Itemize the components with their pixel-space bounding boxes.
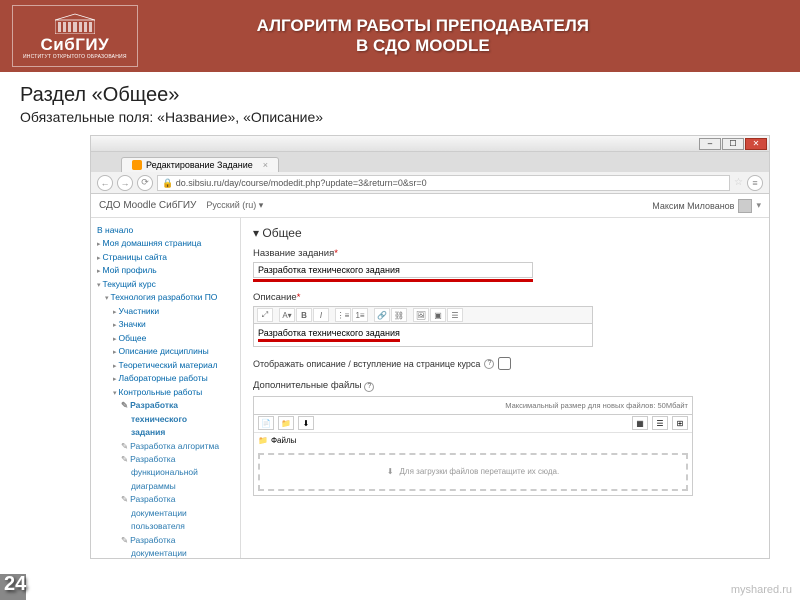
browser-screenshot: – ☐ ✕ Редактирование Задание × ← → ⟳ 🔒 d… [90, 135, 770, 559]
nav-myhome[interactable]: ▸Моя домашняя страница [95, 237, 236, 250]
university-logo: СибГИУ ИНСТИТУТ ОТКРЫТОГО ОБРАЗОВАНИЯ [12, 5, 138, 67]
nav-syllabus[interactable]: ▸Описание дисциплины [95, 345, 236, 358]
browser-tab[interactable]: Редактирование Задание × [121, 157, 279, 172]
editor-expand-icon[interactable]: ⤢ [257, 308, 273, 322]
lock-icon: 🔒 [162, 178, 173, 188]
editor-media-icon[interactable]: ▣ [430, 308, 446, 322]
download-icon[interactable]: ⬇ [298, 416, 314, 430]
view-icons-icon[interactable]: ▦ [632, 416, 648, 430]
navigation-sidebar: В начало ▸Моя домашняя страница ▸Страниц… [91, 218, 241, 558]
maximize-button[interactable]: ☐ [722, 138, 744, 150]
nav-badges[interactable]: ▸Значки [95, 318, 236, 331]
editor-ol-icon[interactable]: 1≡ [352, 308, 368, 322]
help-icon[interactable]: ? [484, 359, 494, 369]
slide-number: 24 [4, 573, 26, 596]
editor-italic-icon[interactable]: I [313, 308, 329, 322]
file-picker-toolbar: 📄 📁 ⬇ ▦ ☰ ⊞ [254, 415, 692, 433]
minimize-button[interactable]: – [699, 138, 721, 150]
max-size-label: Максимальный размер для новых файлов: 50… [254, 397, 692, 415]
editor-paragraph-icon[interactable]: A▾ [279, 308, 295, 322]
chevron-down-icon: ▾ [756, 200, 761, 211]
editor-image-icon[interactable]: 🖼 [413, 308, 429, 322]
download-arrow-icon: ⬇ [387, 467, 394, 476]
language-selector[interactable]: Русский (ru) ▾ [206, 200, 263, 211]
extra-files-label: Дополнительные файлы ? [253, 380, 757, 392]
nav-home[interactable]: В начало [95, 224, 236, 237]
site-title[interactable]: СДО Moodle СибГИУ [99, 200, 196, 211]
logo-subtitle: ИНСТИТУТ ОТКРЫТОГО ОБРАЗОВАНИЯ [23, 55, 127, 61]
close-button[interactable]: ✕ [745, 138, 767, 150]
browser-toolbar: ← → ⟳ 🔒 do.sibsiu.ru/day/course/modedit.… [91, 172, 769, 194]
files-breadcrumb[interactable]: 📁Файлы [254, 433, 692, 449]
back-button[interactable]: ← [97, 175, 113, 191]
editor-unlink-icon[interactable]: ⛓ [391, 308, 407, 322]
tab-close-icon[interactable]: × [263, 160, 268, 170]
slide-header: СибГИУ ИНСТИТУТ ОТКРЫТОГО ОБРАЗОВАНИЯ АЛ… [0, 0, 800, 72]
nav-participants[interactable]: ▸Участники [95, 305, 236, 318]
folder-icon: 📁 [258, 436, 268, 445]
file-drop-zone[interactable]: ⬇ Для загрузки файлов перетащите их сюда… [258, 453, 688, 491]
nav-sitepages[interactable]: ▸Страницы сайта [95, 251, 236, 264]
editor-toolbar: ⤢ A▾ B I ⋮≡ 1≡ 🔗 ⛓ 🖼 ▣ ☰ [253, 306, 593, 324]
nav-current-course[interactable]: ▾Текущий курс [95, 278, 236, 291]
nav-theory[interactable]: ▸Теоретический материал [95, 359, 236, 372]
editor-manage-icon[interactable]: ☰ [447, 308, 463, 322]
nav-task-func[interactable]: ✎Разработка [95, 453, 236, 466]
form-section-general[interactable]: ▾ Общее [253, 226, 757, 240]
browser-tabs: Редактирование Задание × [91, 152, 769, 172]
editor-link-icon[interactable]: 🔗 [374, 308, 390, 322]
moodle-favicon-icon [132, 160, 142, 170]
logo-text: СибГИУ [23, 36, 127, 55]
view-tree-icon[interactable]: ⊞ [672, 416, 688, 430]
watermark: myshared.ru [731, 584, 792, 596]
view-list-icon[interactable]: ☰ [652, 416, 668, 430]
assignment-form: ▾ Общее Название задания* Описание* ⤢ A▾… [241, 218, 769, 558]
nav-task-devdoc[interactable]: ✎Разработка [95, 534, 236, 547]
nav-tests[interactable]: ▾Контрольные работы [95, 386, 236, 399]
description-editor[interactable]: Разработка технического задания [253, 324, 593, 347]
section-subheading: Обязательные поля: «Название», «Описание… [0, 109, 800, 135]
help-icon[interactable]: ? [364, 382, 374, 392]
file-picker: Максимальный размер для новых файлов: 50… [253, 396, 693, 496]
reload-button[interactable]: ⟳ [137, 175, 153, 191]
nav-general[interactable]: ▸Общее [95, 332, 236, 345]
building-icon [55, 12, 95, 34]
user-menu[interactable]: Максим Милованов ▾ [652, 199, 761, 213]
slide-title: АЛГОРИТМ РАБОТЫ ПРЕПОДАВАТЕЛЯ В СДО MOOD… [138, 16, 788, 56]
menu-button[interactable]: ≡ [747, 175, 763, 191]
address-bar[interactable]: 🔒 do.sibsiu.ru/day/course/modedit.php?up… [157, 175, 730, 191]
avatar-icon [738, 199, 752, 213]
add-file-icon[interactable]: 📄 [258, 416, 274, 430]
moodle-header: СДО Moodle СибГИУ Русский (ru) ▾ Максим … [91, 194, 769, 218]
forward-button[interactable]: → [117, 175, 133, 191]
section-heading: Раздел «Общее» [0, 72, 800, 109]
nav-task-algo[interactable]: ✎Разработка алгоритма [95, 440, 236, 453]
description-label: Описание* [253, 292, 757, 303]
nav-course-name[interactable]: ▾Технология разработки ПО [95, 291, 236, 304]
nav-task-userdoc[interactable]: ✎Разработка [95, 493, 236, 506]
editor-ul-icon[interactable]: ⋮≡ [335, 308, 351, 322]
bookmark-icon[interactable]: ☆ [734, 177, 743, 188]
show-description-row: Отображать описание / вступление на стра… [253, 357, 757, 370]
show-description-checkbox[interactable] [498, 357, 511, 370]
window-titlebar: – ☐ ✕ [91, 136, 769, 152]
add-folder-icon[interactable]: 📁 [278, 416, 294, 430]
assignment-name-input[interactable] [253, 262, 533, 278]
editor-bold-icon[interactable]: B [296, 308, 312, 322]
nav-task-tz[interactable]: ✎Разработка [95, 399, 236, 412]
nav-labs[interactable]: ▸Лабораторные работы [95, 372, 236, 385]
name-label: Название задания* [253, 248, 757, 259]
nav-profile[interactable]: ▸Мой профиль [95, 264, 236, 277]
